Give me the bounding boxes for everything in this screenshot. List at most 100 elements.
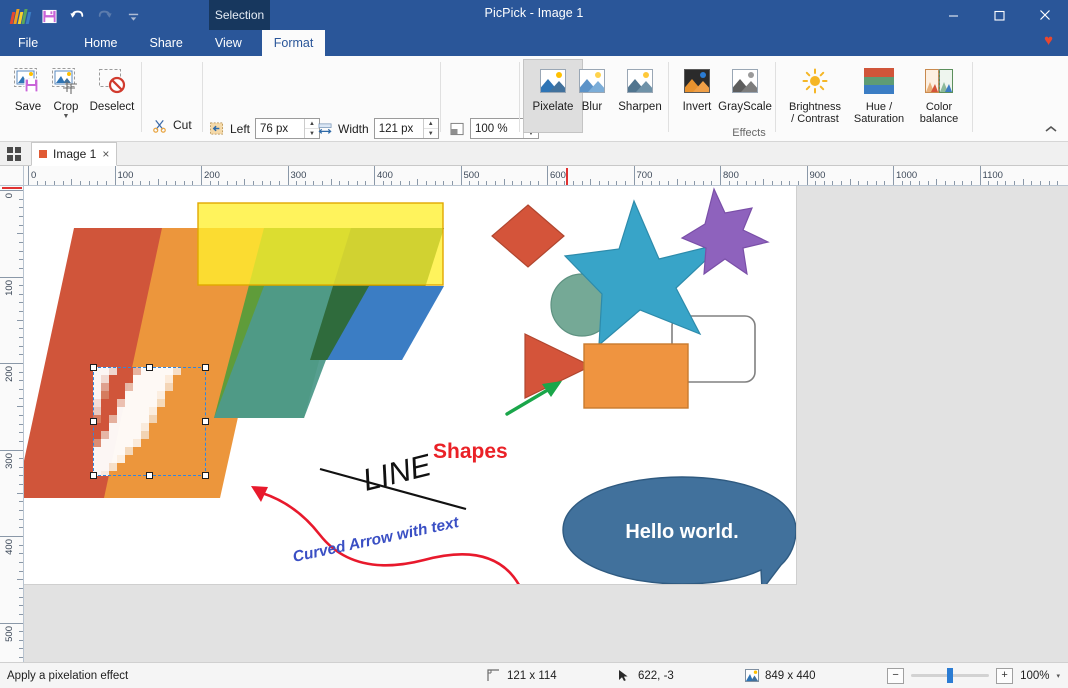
- close-button[interactable]: [1022, 0, 1068, 30]
- ruler-minor-tick: [988, 181, 989, 185]
- ruler-minor-tick: [54, 181, 55, 185]
- minimize-button[interactable]: [930, 0, 976, 30]
- selection-handle-se[interactable]: [202, 472, 209, 479]
- selection-handle-sw[interactable]: [90, 472, 97, 479]
- ruler-label-h: 600: [550, 170, 566, 181]
- deselect-button[interactable]: Deselect: [83, 60, 141, 132]
- zoom-slider[interactable]: [911, 668, 989, 684]
- left-up-arrow[interactable]: ▲: [305, 119, 319, 129]
- window-controls: [930, 0, 1068, 30]
- selection-rectangle[interactable]: [93, 367, 206, 476]
- color-balance-button[interactable]: Color balance: [911, 60, 967, 132]
- ruler-minor-tick: [19, 614, 23, 615]
- width-input[interactable]: [375, 119, 423, 138]
- ruler-major-tick: [461, 166, 462, 186]
- width-down-arrow[interactable]: ▼: [424, 129, 438, 138]
- donate-heart-icon[interactable]: ♥: [1044, 33, 1053, 48]
- ruler-minor-tick: [97, 181, 98, 185]
- ruler-minor-tick: [322, 181, 323, 185]
- ruler-minor-tick: [19, 527, 23, 528]
- left-down-arrow[interactable]: ▼: [305, 129, 319, 138]
- ruler-minor-tick: [1014, 181, 1015, 185]
- selection-handle-w[interactable]: [90, 418, 97, 425]
- ruler-minor-tick: [339, 181, 340, 185]
- ruler-minor-tick: [63, 181, 64, 185]
- width-up-arrow[interactable]: ▲: [424, 119, 438, 129]
- ruler-minor-tick: [17, 233, 23, 234]
- blur-button[interactable]: Blur: [568, 60, 616, 132]
- ruler-minor-tick: [19, 372, 23, 373]
- line-label: LINE: [359, 447, 435, 498]
- maximize-button[interactable]: [976, 0, 1022, 30]
- ruler-minor-tick: [19, 225, 23, 226]
- ruler-minor-tick: [149, 181, 150, 185]
- crop-dropdown-caret-icon[interactable]: ▼: [63, 114, 70, 120]
- colorbalance-label-line2: balance: [920, 113, 959, 125]
- ruler-minor-tick: [210, 181, 211, 185]
- hue-saturation-button[interactable]: Hue / Saturation: [849, 60, 909, 132]
- ruler-minor-tick: [19, 268, 23, 269]
- crop-image-icon: [49, 63, 83, 99]
- contextual-tab-group-selection[interactable]: Selection: [209, 0, 270, 30]
- selection-handle-s[interactable]: [146, 472, 153, 479]
- tab-view[interactable]: View: [203, 30, 254, 56]
- ruler-minor-tick: [19, 337, 23, 338]
- cut-button[interactable]: Cut: [148, 114, 196, 136]
- ruler-minor-tick: [954, 181, 955, 185]
- blur-icon: [579, 63, 605, 99]
- selection-handle-ne[interactable]: [202, 364, 209, 371]
- scale-input[interactable]: [471, 119, 523, 138]
- ruler-major-tick: [0, 363, 24, 364]
- sharpen-button[interactable]: Sharpen: [611, 60, 669, 132]
- ruler-minor-tick: [19, 311, 23, 312]
- selection-handle-n[interactable]: [146, 364, 153, 371]
- document-tab-close-icon[interactable]: ×: [102, 148, 109, 160]
- tab-file[interactable]: File: [0, 30, 52, 56]
- ruler-minor-tick: [106, 181, 107, 185]
- left-input[interactable]: [256, 119, 304, 138]
- selection-size-value: 121 x 114: [507, 670, 557, 682]
- image-canvas[interactable]: LINE Curved Arrow with text Shapes Hello…: [24, 186, 796, 584]
- grayscale-button[interactable]: GrayScale: [716, 60, 774, 132]
- cursor-position-value: 622, -3: [638, 670, 674, 682]
- selection-handle-nw[interactable]: [90, 364, 97, 371]
- zoom-dropdown-caret-icon[interactable]: ▾: [1056, 672, 1060, 680]
- brightness-contrast-button[interactable]: Brightness / Contrast: [783, 60, 847, 132]
- grid-view-icon[interactable]: [7, 147, 22, 161]
- selection-handle-e[interactable]: [202, 418, 209, 425]
- ruler-major-tick: [0, 536, 24, 537]
- ruler-label-v: 500: [4, 626, 15, 642]
- ruler-minor-tick: [729, 181, 730, 185]
- tab-share[interactable]: Share: [138, 30, 195, 56]
- ruler-minor-tick: [357, 181, 358, 185]
- ruler-major-tick: [547, 166, 548, 186]
- zoom-out-button[interactable]: −: [887, 668, 904, 684]
- ruler-minor-tick: [1040, 181, 1041, 185]
- width-spinner[interactable]: ▲▼: [374, 118, 439, 139]
- hue-label-line2: Saturation: [854, 113, 904, 125]
- collapse-ribbon-button[interactable]: [1042, 121, 1060, 137]
- canvas-area[interactable]: LINE Curved Arrow with text Shapes Hello…: [24, 186, 1068, 662]
- document-tab-image-1[interactable]: Image 1 ×: [31, 142, 117, 166]
- zoom-slider-thumb[interactable]: [947, 668, 953, 683]
- invert-icon: [684, 63, 710, 99]
- ruler-minor-tick: [19, 398, 23, 399]
- ruler-minor-tick: [175, 181, 176, 185]
- hue-bars-icon: [864, 63, 894, 99]
- ruler-minor-tick: [512, 181, 513, 185]
- ruler-minor-tick: [19, 415, 23, 416]
- ruler-minor-tick: [651, 181, 652, 185]
- tab-format[interactable]: Format: [262, 30, 326, 56]
- ruler-minor-tick: [478, 181, 479, 185]
- ruler-label-h: 0: [31, 170, 36, 181]
- ruler-minor-tick: [37, 181, 38, 185]
- ruler-minor-tick: [858, 181, 859, 185]
- ruler-minor-tick: [313, 181, 314, 185]
- left-spinner[interactable]: ▲▼: [255, 118, 320, 139]
- ruler-minor-tick: [192, 181, 193, 185]
- orange-rectangle-shape: [584, 344, 688, 408]
- invert-button[interactable]: Invert: [673, 60, 721, 132]
- tab-home[interactable]: Home: [72, 30, 129, 56]
- ruler-minor-tick: [763, 179, 764, 185]
- zoom-in-button[interactable]: +: [996, 668, 1013, 684]
